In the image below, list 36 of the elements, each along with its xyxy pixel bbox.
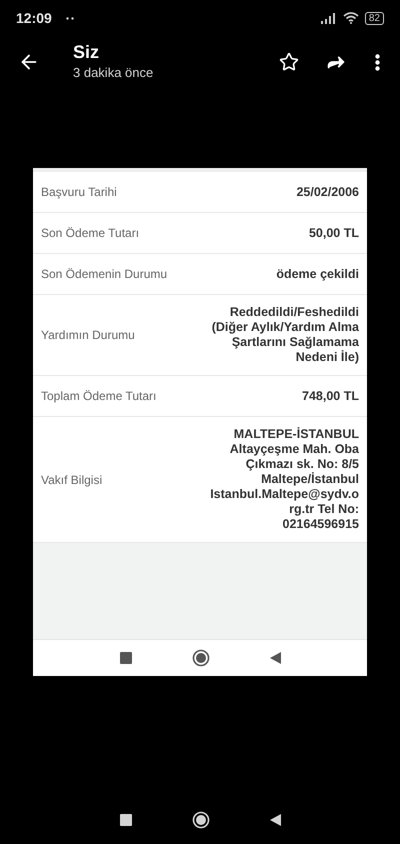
field-label: Son Ödeme Tutarı	[41, 225, 140, 242]
field-value: Çıkmazı sk. No: 8/5	[246, 457, 359, 472]
recent-apps-icon[interactable]	[120, 652, 132, 664]
field-label: Yardımın Durumu	[41, 327, 135, 344]
field-value: Şartlarını Sağlamama	[232, 335, 359, 350]
field-value: 50,00 TL	[308, 226, 359, 240]
recent-apps-icon[interactable]	[120, 814, 132, 826]
wifi-icon	[342, 12, 359, 24]
signal-icon	[320, 12, 337, 24]
field-value: 02164596915	[282, 517, 359, 532]
home-icon[interactable]	[192, 649, 210, 667]
field-label: Son Ödemenin Durumu	[41, 266, 168, 283]
field-label: Başvuru Tarihi	[41, 184, 117, 201]
star-icon	[279, 52, 299, 72]
field-value: 748,00 TL	[302, 388, 359, 404]
back-icon[interactable]	[270, 814, 280, 826]
more-icon	[375, 54, 380, 70]
field-value: Istanbul.Maltepe@sydv.o	[210, 487, 359, 502]
field-value: rg.tr Tel No:	[289, 502, 359, 517]
status-time: 12:09	[16, 8, 52, 28]
back-icon[interactable]	[270, 652, 280, 664]
field-value: Nedeni İle)	[296, 350, 359, 365]
battery-indicator: 82	[364, 12, 384, 24]
field-value: ödeme çekildi	[276, 266, 359, 282]
field-value: 25/02/2006	[296, 184, 359, 200]
field-label: Vakıf Bilgisi	[41, 472, 102, 488]
sender-name: Siz	[73, 41, 100, 64]
field-value: MALTEPE-İSTANBUL	[234, 427, 359, 442]
field-value: Reddedildi/Feshedildi	[230, 305, 359, 320]
sent-time: 3 dakika önce	[73, 64, 154, 82]
star-button[interactable]	[279, 52, 299, 72]
field-label: Toplam Ödeme Tutarı	[41, 388, 156, 405]
field-value: Maltepe/İstanbul	[261, 472, 359, 487]
field-value: Altayçeşme Mah. Oba	[230, 442, 359, 457]
field-value: (Diğer Aylık/Yardım Alma	[212, 320, 359, 335]
notification-dots-icon	[66, 16, 74, 20]
